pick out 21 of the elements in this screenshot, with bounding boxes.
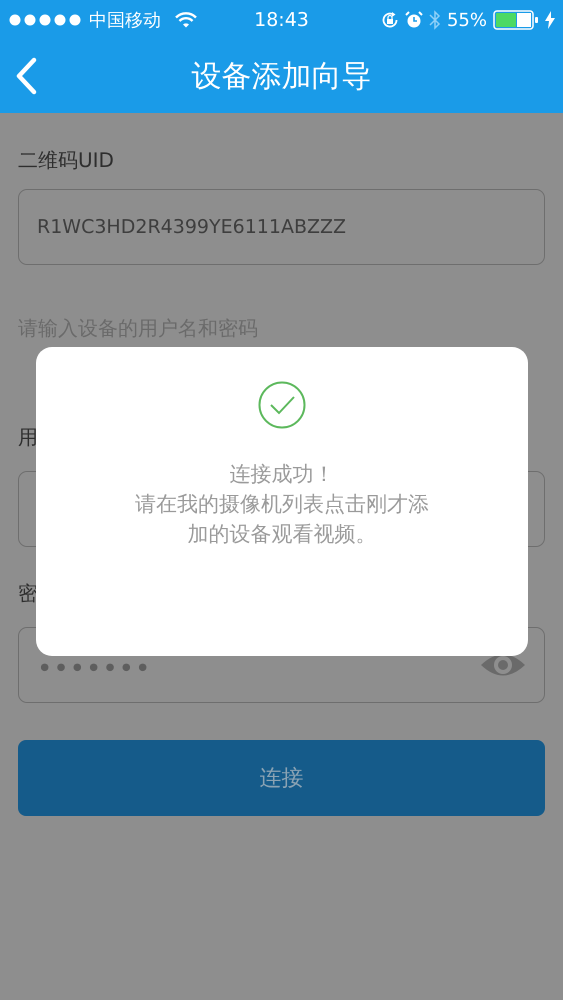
dialog-message: 加的设备观看视频。 [188,521,376,548]
uid-field[interactable]: R1WC3HD2R4399YE6111ABZZZ [18,189,545,265]
page-title: 设备添加向导 [192,58,372,96]
wifi-icon [175,12,197,28]
battery-icon [493,10,539,30]
alarm-icon [404,11,423,29]
field-label: 用 [18,425,38,449]
field-label: 二维码UID [18,148,114,172]
back-icon[interactable] [14,57,38,95]
dialog-message: 连接成功！ [230,461,334,488]
connect-button[interactable]: 连接 [18,740,545,816]
bluetooth-icon [428,10,441,30]
battery-percent: 55% [446,10,487,30]
rotation-lock-icon [380,11,399,29]
signal-icon [9,14,83,26]
clock-time: 18:43 [253,9,310,31]
charging-icon [545,11,555,29]
carrier-name: 中国移动 [89,9,161,32]
field-label: 密 [18,581,38,605]
dialog-message: 请在我的摄像机列表点击刚才添 [135,491,429,518]
success-check-icon [258,381,306,429]
